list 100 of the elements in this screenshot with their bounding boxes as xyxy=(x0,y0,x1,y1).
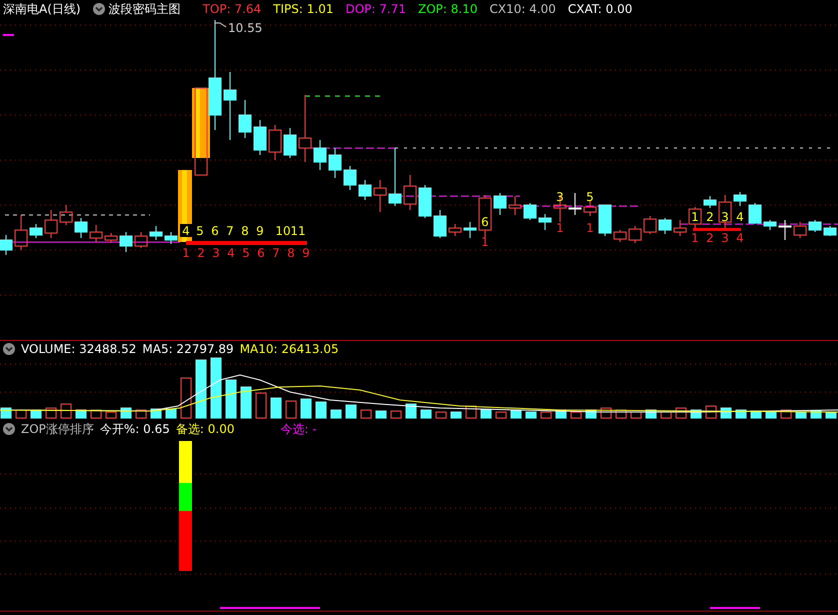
count-label: 11 xyxy=(290,224,306,238)
volume-bar xyxy=(526,412,536,419)
indicator-value: CXAT: 0.00 xyxy=(568,2,632,16)
candle xyxy=(314,139,326,170)
count-label: 6 xyxy=(257,246,265,260)
candle xyxy=(404,174,416,210)
candle xyxy=(508,195,522,216)
candle xyxy=(328,147,342,178)
volume-bar xyxy=(736,410,746,419)
indicator-value: MA5: 22797.89 xyxy=(142,342,234,356)
count-label: 8 xyxy=(241,224,249,238)
volume-bar xyxy=(720,408,732,419)
volume-bar xyxy=(30,410,42,419)
volume-bar xyxy=(226,380,236,419)
count-label: 1 xyxy=(691,230,699,245)
candle xyxy=(374,179,386,212)
count-label: 1 xyxy=(182,246,190,260)
candle xyxy=(134,231,148,248)
count-label: 6 xyxy=(211,224,219,238)
candle xyxy=(74,217,88,238)
count-label: 10 xyxy=(275,224,291,238)
count-label: 1 xyxy=(691,210,699,224)
volume-bar xyxy=(480,410,492,419)
volume-bar xyxy=(406,404,416,419)
candle xyxy=(674,219,686,236)
count-label: 3 xyxy=(212,246,220,260)
volume-bar xyxy=(120,408,132,419)
volume-bar xyxy=(60,404,72,419)
volume-bar xyxy=(286,400,296,419)
count-label: 6 xyxy=(481,214,489,229)
chevron-down-icon[interactable] xyxy=(92,2,105,15)
chevron-down-icon[interactable] xyxy=(3,342,15,354)
candle xyxy=(688,206,702,230)
candle xyxy=(718,194,732,230)
volume-bar xyxy=(46,408,56,419)
count-label: 9 xyxy=(302,246,310,260)
indicator-value: VOLUME: 32488.52 xyxy=(21,342,136,356)
volume-bar xyxy=(270,398,282,419)
count-label: 5 xyxy=(196,224,204,238)
count-label: 5 xyxy=(586,190,594,204)
volume-bar xyxy=(376,410,386,419)
candle xyxy=(388,147,402,206)
volume-bar xyxy=(450,412,462,419)
candle xyxy=(344,165,356,190)
candle xyxy=(224,71,236,140)
candle xyxy=(104,232,118,244)
count-label: 2 xyxy=(197,246,205,260)
count-label: 2 xyxy=(706,210,714,224)
volume-bar xyxy=(240,386,252,419)
candle xyxy=(554,194,566,222)
candle xyxy=(524,202,536,220)
indicator-value: DOP: 7.71 xyxy=(345,2,406,16)
candle xyxy=(794,221,806,238)
count-label: 4 xyxy=(227,246,235,260)
candle xyxy=(808,219,822,232)
volume-bar xyxy=(180,378,192,419)
volume-bar xyxy=(346,404,356,419)
candle xyxy=(734,191,746,206)
count-label: 1 xyxy=(556,220,564,235)
candle xyxy=(614,229,626,242)
candle xyxy=(120,231,132,252)
volume-bar xyxy=(136,410,146,419)
candle xyxy=(164,231,178,244)
volume-bar xyxy=(390,410,402,419)
volume-bar xyxy=(16,410,26,419)
candle xyxy=(434,209,446,238)
candle xyxy=(44,209,58,238)
indicator-value: TOP: 7.64 xyxy=(202,2,262,16)
candle xyxy=(358,179,372,200)
volume-bar xyxy=(540,412,552,419)
count-label: 2 xyxy=(706,230,714,245)
indicator-value: ZOP涨停排序 xyxy=(21,422,94,436)
indicator-value: MA10: 26413.05 xyxy=(240,342,339,356)
count-label: 1 xyxy=(481,234,489,249)
candle xyxy=(704,195,716,208)
candle xyxy=(748,202,762,224)
indicator-value: 今选: - xyxy=(280,422,317,436)
indicator-value: TIPS: 1.01 xyxy=(273,2,334,16)
ticker-title: 深南电A(日线) xyxy=(3,2,81,16)
candle xyxy=(30,223,42,238)
count-label: 4 xyxy=(736,230,744,245)
indicator-name: 波段密码主图 xyxy=(108,2,181,16)
candle xyxy=(464,221,476,238)
volume-bar xyxy=(166,408,176,419)
count-label: 9 xyxy=(256,224,264,238)
candle xyxy=(628,225,642,244)
volume-bar xyxy=(106,412,116,419)
candle xyxy=(238,99,252,138)
volume-bar xyxy=(570,412,582,419)
candle xyxy=(254,119,266,156)
volume-bar xyxy=(90,410,102,419)
volume-bar xyxy=(76,410,86,419)
candle xyxy=(494,192,506,216)
count-label: 4 xyxy=(182,224,190,238)
candle xyxy=(150,225,162,240)
candle xyxy=(60,204,72,226)
count-label: 3 xyxy=(721,210,729,224)
chevron-down-icon[interactable] xyxy=(3,423,15,436)
indicator-value: CX10: 4.00 xyxy=(489,2,556,16)
indicator-value: 备选: 0.00 xyxy=(176,422,234,436)
